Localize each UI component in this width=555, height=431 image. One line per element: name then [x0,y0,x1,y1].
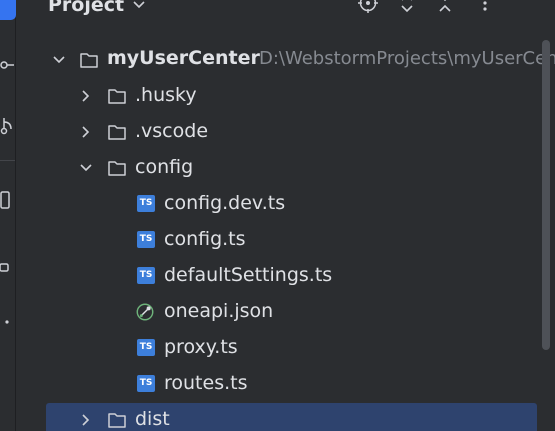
activity-bar-separator [0,160,15,161]
typescript-file-icon: TS [137,375,155,392]
tool-window-header: Project [28,0,555,20]
folder-icon [108,413,126,428]
chevron-down-icon[interactable] [79,161,93,175]
project-tool-window: Project myUserCenter D:\WebstormProjects… [0,0,555,431]
pull-requests-icon[interactable] [0,116,14,136]
locate-icon[interactable] [357,0,379,14]
tree-item-label: config.ts [164,228,246,250]
tree-row-root[interactable]: myUserCenter D:\WebstormProjects\myUserC… [46,43,555,77]
bookmarks-icon[interactable] [0,258,14,278]
tree-item-label: routes.ts [164,372,248,394]
collapse-all-icon[interactable] [434,0,456,14]
project-tool-button[interactable] [0,0,16,20]
panel-title: Project [48,0,125,16]
tree-row-config-ts[interactable]: TS config.ts [46,223,537,257]
tree-row-oneapi-json[interactable]: oneapi.json [46,295,537,329]
folder-icon [108,125,126,140]
chevron-right-icon[interactable] [79,413,93,427]
tree-item-label: .vscode [135,120,209,142]
typescript-file-icon: TS [137,195,155,212]
tree-item-label: oneapi.json [164,300,274,322]
tree-row-config-dev-ts[interactable]: TS config.dev.ts [46,187,537,221]
tree-item-label: config [135,156,194,178]
tree-item-label: defaultSettings.ts [164,264,333,286]
tree-row-config[interactable]: config [46,151,537,185]
chevron-down-icon [133,1,145,9]
tree-row-proxy-ts[interactable]: TS proxy.ts [46,331,537,365]
tree-item-label: dist [135,408,170,430]
project-view-selector[interactable]: Project [48,0,146,16]
minimize-icon[interactable] [512,0,534,14]
openapi-file-icon [136,303,154,321]
commit-icon[interactable] [0,55,14,75]
folder-icon [108,161,126,176]
typescript-file-icon: TS [137,339,155,356]
tree-item-label: proxy.ts [164,336,238,358]
more-options-icon[interactable] [474,0,496,14]
chevron-down-icon[interactable] [52,53,66,67]
folder-icon [108,89,126,104]
typescript-file-icon: TS [137,231,155,248]
more-tools-icon[interactable] [0,312,14,332]
tree-item-label: .husky [135,84,197,106]
folder-icon [80,53,98,68]
structure-icon[interactable] [0,190,14,210]
tree-row-vscode[interactable]: .vscode [46,115,537,149]
tree-row-husky[interactable]: .husky [46,79,537,113]
chevron-right-icon[interactable] [79,125,93,139]
tree-row-dist[interactable]: dist [46,403,537,431]
expand-all-icon[interactable] [396,0,418,14]
activity-bar [0,0,16,431]
tree-root-label: myUserCenter [107,47,260,69]
chevron-right-icon[interactable] [79,89,93,103]
tree-row-default-settings-ts[interactable]: TS defaultSettings.ts [46,259,537,293]
tree-item-label: config.dev.ts [164,192,286,214]
vertical-scrollbar[interactable] [542,40,550,350]
typescript-file-icon: TS [137,267,155,284]
tree-row-routes-ts[interactable]: TS routes.ts [46,367,537,401]
tree-root-path: D:\WebstormProjects\myUserCenter [259,48,555,69]
